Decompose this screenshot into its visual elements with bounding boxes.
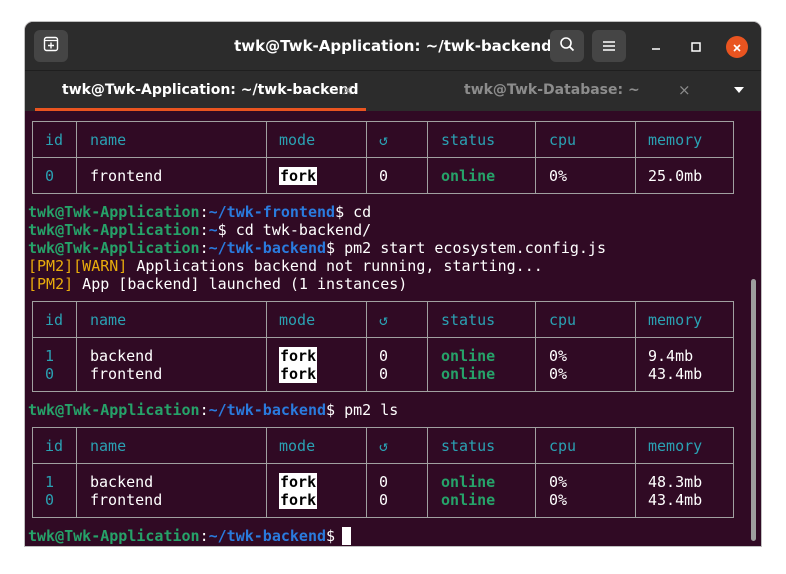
close-icon [732,38,742,57]
row-id: 0 [45,365,55,383]
header-mode: mode [279,131,316,149]
minimize-button[interactable] [645,36,667,58]
row-memory: 43.4mb [648,365,703,383]
row-restarts: 0 [379,365,389,383]
tab-label: twk@Twk-Application: ~/twk-backend [62,82,359,98]
minimize-icon [650,38,662,57]
header-memory: memory [648,131,703,149]
row-memory: 9.4mb [648,347,694,365]
pm2-process-table: id name mode ↺ status cpu memory 1 backe… [32,427,734,518]
row-name: backend [90,347,154,365]
row-mode: fork [279,347,318,365]
header-name: name [90,131,127,149]
info-message: [PM2] App [backend] launched (1 instance… [28,275,408,293]
row-mode: fork [279,167,318,185]
row-name: frontend [90,365,163,383]
row-cpu: 0% [549,491,568,509]
header-status: status [441,437,496,455]
header-id: id [45,131,64,149]
terminal-window: twk@Twk-Application: ~/twk-backend twk@T… [25,22,761,546]
row-name: backend [90,473,154,491]
row-id: 1 [45,347,55,365]
terminal-output[interactable]: id name mode ↺ status cpu memory 0 front… [25,111,761,546]
row-restarts: 0 [379,167,389,185]
command-line: twk@Twk-Application:~/twk-backend$ pm2 l… [28,401,399,419]
row-cpu: 0% [549,365,568,383]
header-id: id [45,437,64,455]
header-memory: memory [648,311,703,329]
header-status: status [441,131,496,149]
row-memory: 48.3mb [648,473,703,491]
header-name: name [90,437,127,455]
tab-close-icon[interactable]: × [678,71,691,109]
row-id: 0 [45,167,55,185]
warn-message: [PM2][WARN] Applications backend not run… [28,257,543,275]
row-restarts: 0 [379,347,389,365]
command-line: twk@Twk-Application:~/twk-frontend$ cd [28,203,372,221]
header-cpu: cpu [549,437,577,455]
header-memory: memory [648,437,703,455]
header-restart-icon: ↺ [379,437,389,455]
pm2-process-table: id name mode ↺ status cpu memory 1 backe… [32,301,734,392]
header-status: status [441,311,496,329]
tab-twk-database[interactable]: twk@Twk-Database: ~ × [384,71,704,111]
header-mode: mode [279,311,316,329]
row-restarts: 0 [379,491,389,509]
row-cpu: 0% [549,167,568,185]
current-prompt[interactable]: twk@Twk-Application:~/twk-backend$ [28,527,344,545]
pm2-process-table: id name mode ↺ status cpu memory 0 front… [32,121,734,194]
row-cpu: 0% [549,473,568,491]
row-status: online [441,347,496,365]
row-mode: fork [279,491,318,509]
header-cpu: cpu [549,311,577,329]
row-memory: 25.0mb [648,167,703,185]
row-name: frontend [90,167,163,185]
row-mode: fork [279,365,318,383]
header-cpu: cpu [549,131,577,149]
title-bar: twk@Twk-Application: ~/twk-backend [25,22,761,70]
header-mode: mode [279,437,316,455]
row-memory: 43.4mb [648,491,703,509]
row-status: online [441,491,496,509]
tabs-menu-chevron-down-icon[interactable] [734,87,744,93]
command-line: twk@Twk-Application:~$ cd twk-backend/ [28,221,372,239]
tab-twk-application[interactable]: twk@Twk-Application: ~/twk-backend × [35,71,366,111]
close-button[interactable] [726,36,748,58]
new-tab-icon [43,36,59,56]
maximize-button[interactable] [685,36,707,58]
command-line: twk@Twk-Application:~/twk-backend$ pm2 s… [28,239,606,257]
row-id: 0 [45,491,55,509]
scrollbar-thumb[interactable] [751,279,756,541]
search-button[interactable] [550,30,584,62]
row-restarts: 0 [379,473,389,491]
header-name: name [90,311,127,329]
tab-label: twk@Twk-Database: ~ [464,82,640,98]
header-id: id [45,311,64,329]
hamburger-menu-icon [602,37,616,56]
maximize-icon [690,38,702,57]
search-icon [559,36,575,56]
tab-close-icon[interactable]: × [341,71,354,109]
header-restart-icon: ↺ [379,311,389,329]
row-status: online [441,167,496,185]
menu-button[interactable] [592,30,626,62]
header-restart-icon: ↺ [379,131,389,149]
row-name: frontend [90,491,163,509]
row-id: 1 [45,473,55,491]
text-cursor [342,527,351,545]
new-tab-button[interactable] [34,30,68,62]
row-status: online [441,365,496,383]
row-status: online [441,473,496,491]
row-cpu: 0% [549,347,568,365]
row-mode: fork [279,473,318,491]
tab-bar: twk@Twk-Application: ~/twk-backend × twk… [25,70,761,111]
